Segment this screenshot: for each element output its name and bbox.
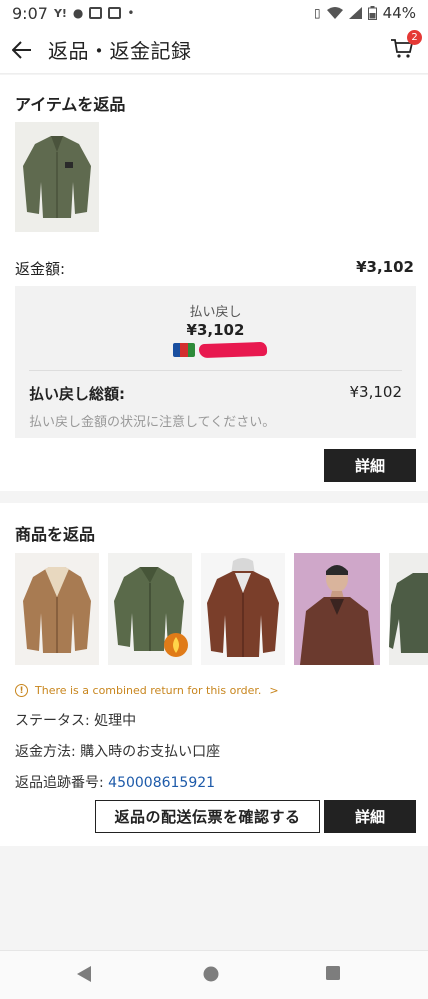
- status-line: ステータス: 処理中: [15, 713, 137, 729]
- chevron-right-icon: >: [269, 684, 279, 697]
- product-thumbnail[interactable]: [201, 553, 285, 665]
- dot-icon: •: [127, 6, 135, 20]
- details-button[interactable]: 詳細: [324, 800, 416, 833]
- system-nav-bar: [0, 950, 428, 999]
- app-icon: ●: [72, 6, 84, 20]
- tracking-number-link[interactable]: 450008615921: [108, 775, 215, 791]
- status-bar: 9:07 Y! ● • ▯ 44%: [0, 0, 428, 26]
- status-time: 9:07: [12, 3, 48, 23]
- signal-icon: [348, 7, 362, 19]
- product-thumbnail[interactable]: [389, 553, 428, 665]
- news-icon-2: [108, 7, 122, 19]
- back-triangle-icon: [77, 966, 91, 982]
- item-thumbnail[interactable]: [15, 122, 99, 232]
- refund-total-value: ¥3,102: [349, 383, 403, 401]
- payment-card: [173, 341, 268, 359]
- redacted-card-number: [198, 341, 268, 359]
- news-icon: [89, 7, 103, 19]
- divider: [29, 370, 402, 371]
- refund-method-line: 返金方法: 購入時のお支払い口座: [15, 744, 221, 760]
- tracking-line: 返品追跡番号: 450008615921: [15, 772, 215, 792]
- product-thumbnail[interactable]: [15, 553, 99, 665]
- green-jacket-partial-image: [389, 553, 428, 665]
- nav-recents-button[interactable]: [325, 965, 341, 985]
- nav-home-button[interactable]: [202, 965, 220, 987]
- tracking-label: 返品追跡番号:: [15, 775, 109, 791]
- section-title-return-item: アイテムを返品: [15, 95, 126, 114]
- app-bar: 返品・返金記録 2: [0, 26, 428, 74]
- refund-method-label: 払い戻し: [189, 305, 242, 320]
- return-products-card: 商品を返品 ! There is a combined return for t…: [0, 503, 428, 846]
- details-button[interactable]: 詳細: [324, 449, 416, 482]
- refund-item-card: アイテムを返品 返金額: ¥3,102 払い戻し ¥3,102 払い戻し総額: …: [0, 75, 428, 491]
- refund-total-label: 払い戻し総額:: [29, 385, 125, 403]
- notification-icons: Y! ● •: [54, 6, 135, 20]
- refund-note: 払い戻し金額の状況に注意してください。: [29, 415, 276, 430]
- battery-icon: [367, 6, 377, 20]
- brown-jacket-image: [201, 553, 285, 665]
- green-jacket-image: [108, 553, 192, 665]
- model-photo-image: [294, 553, 380, 665]
- product-thumbnail[interactable]: [108, 553, 192, 665]
- refund-summary-box: 払い戻し ¥3,102 払い戻し総額: ¥3,102 払い戻し金額の状況に注意し…: [15, 286, 416, 438]
- refund-amount-label: 返金額:: [15, 260, 66, 278]
- cart-button[interactable]: 2: [390, 30, 422, 62]
- product-thumbnail[interactable]: [294, 553, 380, 665]
- jcb-card-icon: [173, 343, 195, 357]
- recents-square-icon: [326, 966, 340, 980]
- wifi-icon: [326, 7, 343, 19]
- combined-return-text: There is a combined return for this orde…: [35, 684, 262, 697]
- corduroy-jacket-image: [15, 553, 99, 665]
- back-button[interactable]: [0, 26, 44, 74]
- cart-badge: 2: [407, 30, 422, 45]
- nav-back-button[interactable]: [76, 965, 92, 987]
- refund-amount-value: ¥3,102: [356, 258, 414, 276]
- yahoo-icon: Y!: [53, 6, 67, 20]
- jacket-image: [15, 122, 99, 232]
- arrow-left-icon: [12, 40, 31, 59]
- refund-method-amount: ¥3,102: [186, 321, 245, 339]
- confirm-shipping-slip-button[interactable]: 返品の配送伝票を確認する: [95, 800, 320, 833]
- page-title: 返品・返金記録: [48, 39, 192, 63]
- info-circle-icon: !: [15, 684, 28, 697]
- section-title-return-products: 商品を返品: [15, 525, 96, 544]
- vibrate-icon: ▯: [314, 6, 321, 20]
- home-circle-icon: [203, 966, 219, 982]
- combined-return-notice[interactable]: ! There is a combined return for this or…: [15, 684, 279, 697]
- battery-percent: 44%: [382, 4, 416, 22]
